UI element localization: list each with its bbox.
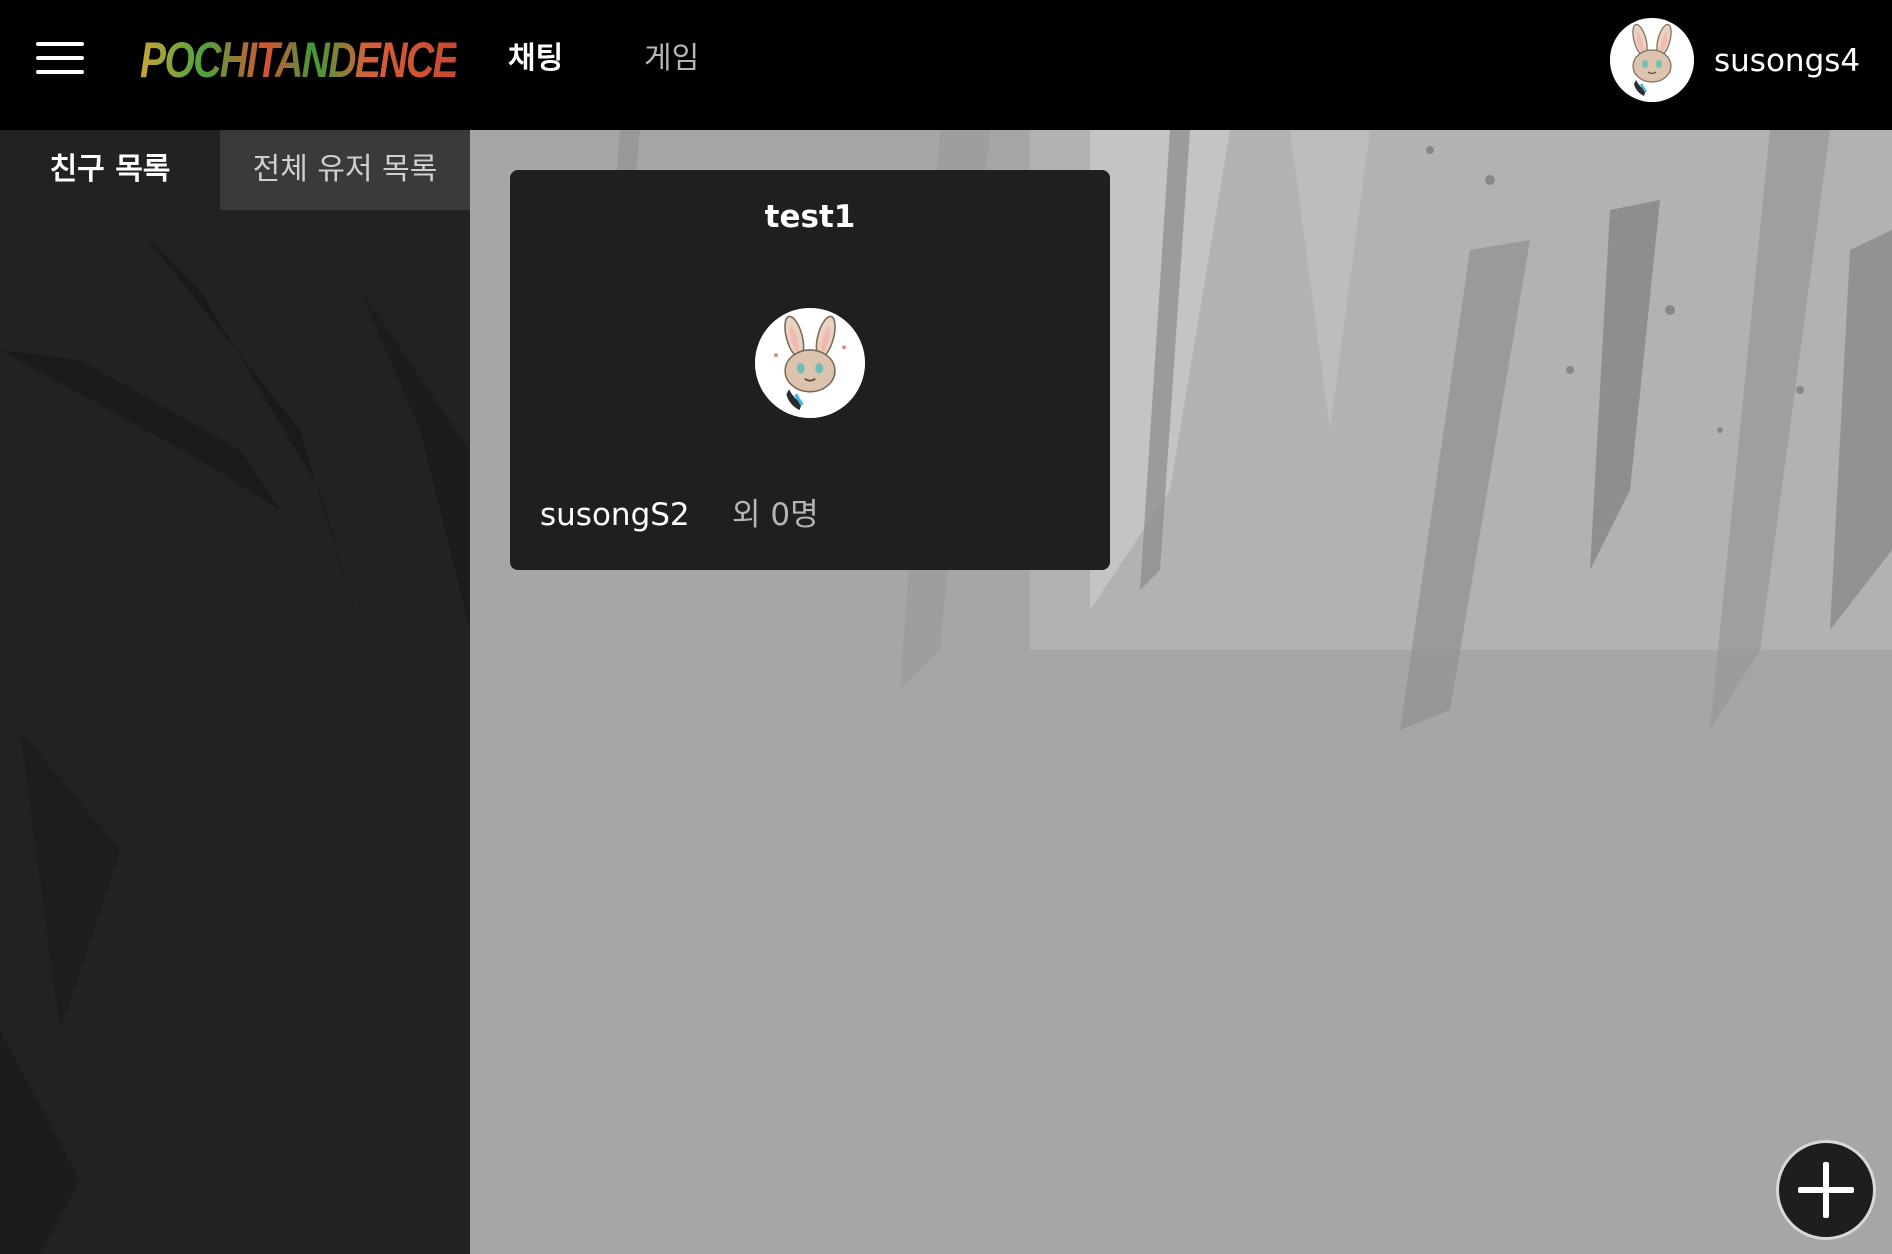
sidebar-tab-bar: 친구 목록 전체 유저 목록 [0, 130, 470, 210]
nav-tab-game[interactable]: 게임 [644, 36, 699, 82]
tab-friend-list[interactable]: 친구 목록 [0, 130, 220, 210]
friend-sidebar: 친구 목록 전체 유저 목록 [0, 130, 470, 1254]
rabbit-avatar-icon [1610, 18, 1694, 102]
room-member-count: 외 0명 [732, 497, 819, 533]
rabbit-avatar-icon [755, 308, 865, 418]
sidebar-background-art [0, 130, 470, 1254]
room-title: test1 [764, 199, 856, 235]
tab-all-users[interactable]: 전체 유저 목록 [220, 130, 470, 210]
chat-room-list-area: test1 susongS2 외 0명 [470, 130, 1892, 1254]
chat-room-card[interactable]: test1 susongS2 외 0명 [510, 170, 1110, 570]
hamburger-menu-icon[interactable] [36, 40, 84, 76]
room-owner-name: susongS2 [540, 497, 690, 533]
create-room-button[interactable] [1776, 1140, 1876, 1240]
nav-tab-chat[interactable]: 채팅 [508, 36, 563, 82]
header-username[interactable]: susongs4 [1714, 38, 1860, 84]
user-avatar[interactable] [1610, 18, 1694, 102]
app-logo[interactable]: POCHITANDENCE [140, 30, 459, 90]
room-owner-avatar [755, 308, 865, 418]
plus-icon [1798, 1162, 1854, 1218]
top-header: POCHITANDENCE 채팅 게임 susongs4 [0, 0, 1892, 130]
